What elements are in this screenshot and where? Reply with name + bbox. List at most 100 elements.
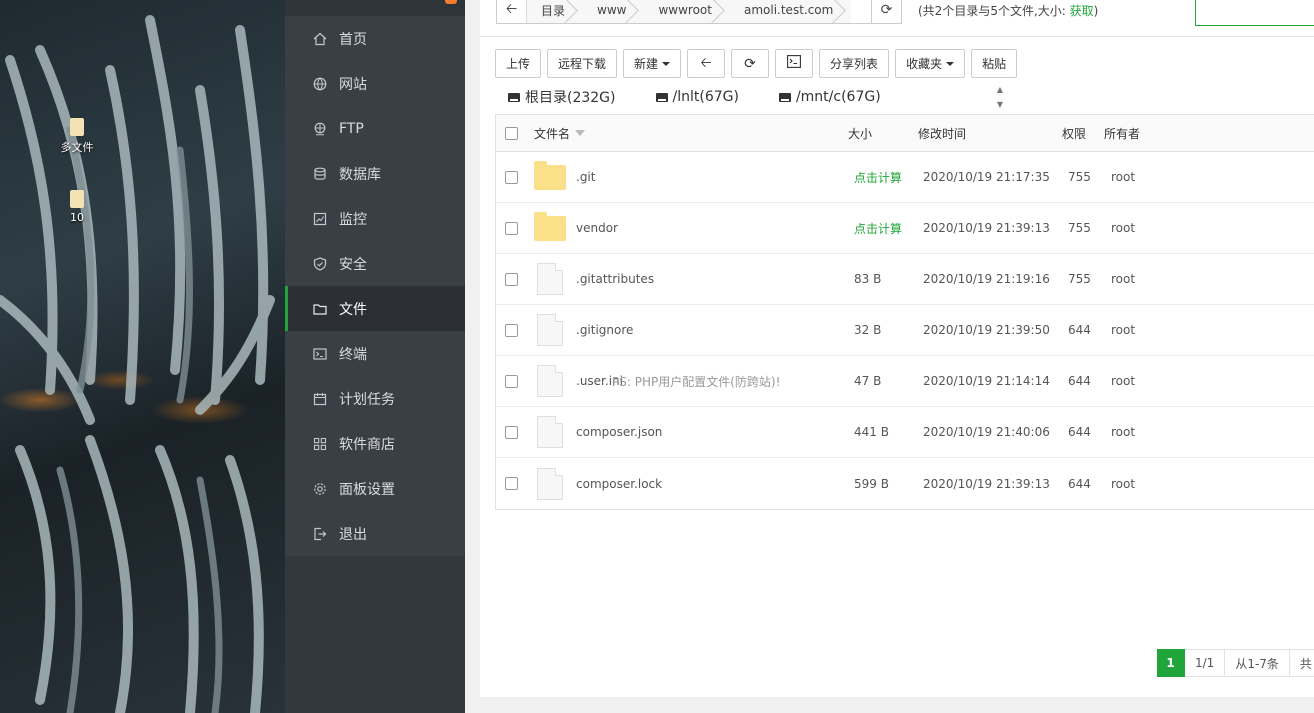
disk-scroll[interactable]: ▲ ▼ (992, 82, 1008, 112)
grid-apps-icon (313, 437, 327, 451)
row-checkbox[interactable] (505, 170, 518, 184)
page-bottom-strip (480, 697, 1314, 713)
sidebar-item-monitor[interactable]: 监控 (285, 196, 465, 241)
file-name[interactable]: vendor (576, 221, 618, 235)
file-name[interactable]: composer.lock (576, 477, 662, 491)
file-size: 32 B (854, 323, 882, 337)
terminal-button[interactable] (775, 49, 814, 78)
page-count: 1/1 (1185, 649, 1226, 677)
row-checkbox[interactable] (505, 221, 518, 235)
sidebar-item-cron[interactable]: 计划任务 (285, 376, 465, 421)
table-row[interactable]: vendor 点击计算 2020/10/19 21:39:13 755 root (496, 203, 1314, 254)
breadcrumb-wwwroot[interactable]: wwwroot (644, 0, 730, 23)
breadcrumb-www[interactable]: www (583, 0, 645, 23)
header-permission[interactable]: 权限 (1062, 125, 1086, 142)
scroll-up-icon[interactable]: ▲ (992, 82, 1008, 97)
new-dropdown-button[interactable]: 新建 (623, 49, 682, 78)
sidebar-item-app-store[interactable]: 软件商店 (285, 421, 465, 466)
get-size-link[interactable]: 获取 (1070, 4, 1094, 18)
sidebar-item-website[interactable]: 网站 (285, 61, 465, 106)
header-filename[interactable]: 文件名 (534, 125, 586, 142)
header-size[interactable]: 大小 (848, 125, 872, 142)
sidebar-item-home[interactable]: 首页 (285, 16, 465, 61)
share-list-button[interactable]: 分享列表 (819, 49, 890, 78)
row-checkbox[interactable] (505, 323, 518, 337)
file-owner[interactable]: root (1111, 272, 1135, 286)
scroll-down-icon[interactable]: ▼ (992, 97, 1008, 112)
table-row[interactable]: composer.lock 599 B 2020/10/19 21:39:13 … (496, 458, 1314, 509)
calc-size-link[interactable]: 点击计算 (854, 169, 902, 186)
file-owner[interactable]: root (1111, 323, 1135, 337)
file-permission[interactable]: 755 (1068, 170, 1091, 184)
sidebar-item-files[interactable]: 文件 (285, 286, 465, 331)
disk-lnlt[interactable]: /lnlt(67G) (655, 84, 739, 110)
sidebar-item-logout[interactable]: 退出 (285, 511, 465, 556)
path-breadcrumb[interactable]: 🡠 目录 www wwwroot amoli.test.com (496, 0, 872, 24)
disk-mnt-c[interactable]: /mnt/c(67G) (778, 84, 881, 110)
file-owner[interactable]: root (1111, 221, 1135, 235)
desktop-icon-10[interactable]: 10 (52, 190, 102, 224)
shield-icon (313, 256, 327, 271)
table-row[interactable]: .gitignore 32 B 2020/10/19 21:39:50 644 … (496, 305, 1314, 356)
file-owner[interactable]: root (1111, 170, 1135, 184)
file-owner[interactable]: root (1111, 425, 1135, 439)
go-back-button[interactable]: 🡠 (687, 49, 726, 78)
file-icon (70, 190, 84, 208)
table-row[interactable]: .gitattributes 83 B 2020/10/19 21:19:16 … (496, 254, 1314, 305)
sidebar-item-terminal[interactable]: 终端 (285, 331, 465, 376)
page-range: 从1-7条 (1225, 649, 1290, 677)
search-input[interactable] (1195, 0, 1314, 26)
table-row[interactable]: composer.json 441 B 2020/10/19 21:40:06 … (496, 407, 1314, 458)
desktop-icon-label: 多文件 (60, 141, 94, 154)
breadcrumb-root[interactable]: 目录 (527, 0, 584, 23)
select-all-checkbox[interactable] (505, 126, 518, 140)
sidebar-item-label: 终端 (339, 346, 367, 363)
file-permission[interactable]: 644 (1068, 374, 1091, 388)
header-mtime[interactable]: 修改时间 (918, 125, 966, 142)
refresh-button[interactable]: ⟳ (731, 49, 770, 78)
table-row[interactable]: .git 点击计算 2020/10/19 21:17:35 755 root (496, 152, 1314, 203)
wallpaper-needles (0, 15, 275, 713)
file-permission[interactable]: 644 (1068, 323, 1091, 337)
header-owner[interactable]: 所有者 (1104, 125, 1140, 142)
table-row[interactable]: .user.ini PS: PHP用户配置文件(防跨站)! 47 B 2020/… (496, 356, 1314, 407)
sidebar-item-database[interactable]: 数据库 (285, 151, 465, 196)
sidebar-item-label: 退出 (339, 526, 367, 543)
file-owner[interactable]: root (1111, 477, 1135, 491)
sidebar-footer (285, 556, 465, 713)
sidebar-item-label: 网站 (339, 76, 367, 93)
sidebar-item-ftp[interactable]: FTP (285, 106, 465, 151)
file-permission[interactable]: 755 (1068, 272, 1091, 286)
file-manager: 🡠 目录 www wwwroot amoli.test.com ⟳ (共2个目录… (480, 0, 1314, 697)
sidebar-item-label: 软件商店 (339, 436, 395, 453)
file-permission[interactable]: 755 (1068, 221, 1091, 235)
file-permission[interactable]: 644 (1068, 477, 1091, 491)
disk-list: 根目录(232G) /lnlt(67G) /mnt/c(67G) (508, 84, 988, 110)
caret-down-icon (662, 61, 671, 66)
path-refresh-icon[interactable]: ⟳ (872, 0, 902, 24)
row-checkbox[interactable] (505, 272, 518, 286)
file-name[interactable]: composer.json (576, 425, 662, 439)
back-arrow-icon[interactable]: 🡠 (497, 0, 527, 23)
file-permission[interactable]: 644 (1068, 425, 1091, 439)
disk-root[interactable]: 根目录(232G) (508, 84, 616, 110)
breadcrumb-site[interactable]: amoli.test.com (729, 0, 852, 23)
disk-label: 根目录(232G) (525, 90, 616, 106)
file-name[interactable]: .gitignore (576, 323, 633, 337)
sidebar-item-security[interactable]: 安全 (285, 241, 465, 286)
calc-size-link[interactable]: 点击计算 (854, 220, 902, 237)
paste-button[interactable]: 粘贴 (971, 49, 1018, 78)
row-checkbox[interactable] (505, 477, 518, 490)
sidebar-item-panel-settings[interactable]: 面板设置 (285, 466, 465, 511)
file-name[interactable]: .gitattributes (576, 272, 654, 286)
page-current[interactable]: 1 (1157, 649, 1185, 677)
remote-download-button[interactable]: 远程下载 (547, 49, 618, 78)
file-owner[interactable]: root (1111, 374, 1135, 388)
row-checkbox[interactable] (505, 374, 518, 388)
desktop-icon-multi-file[interactable]: 多文件 (52, 118, 102, 155)
sidebar-item-label: 文件 (339, 301, 367, 318)
file-name[interactable]: .git (576, 170, 595, 184)
row-checkbox[interactable] (505, 425, 518, 439)
favorites-dropdown-button[interactable]: 收藏夹 (895, 49, 966, 78)
upload-button[interactable]: 上传 (495, 49, 542, 78)
